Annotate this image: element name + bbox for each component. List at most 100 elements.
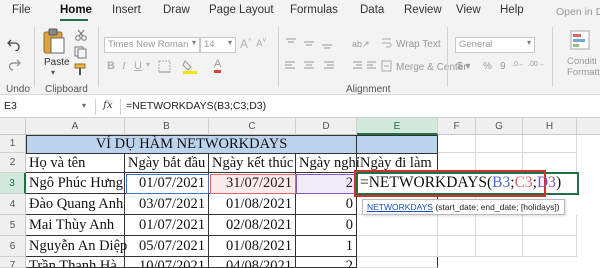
- column-header-b[interactable]: B: [125, 118, 209, 135]
- cell-e1[interactable]: [357, 135, 438, 154]
- decrease-font-icon[interactable]: Av: [256, 37, 266, 49]
- decrease-decimal-icon[interactable]: .00→: [528, 61, 545, 68]
- cell-a7[interactable]: Trần Thanh Hà: [26, 257, 125, 268]
- header-start-date[interactable]: Ngày bắt đầu: [125, 153, 209, 173]
- copy-icon[interactable]: [74, 46, 88, 59]
- vertical-align-icons[interactable]: [284, 37, 344, 49]
- cell-a6[interactable]: Nguyễn An Diệp: [26, 236, 127, 257]
- font-color-icon[interactable]: A: [214, 59, 222, 73]
- column-header-g[interactable]: G: [476, 118, 523, 135]
- row-header-6[interactable]: 6: [0, 236, 26, 257]
- tab-help[interactable]: Help: [500, 4, 524, 16]
- cell-b6[interactable]: 05/07/2021: [125, 236, 209, 257]
- paste-icon[interactable]: [42, 27, 66, 55]
- ribbon-divider: [447, 27, 448, 87]
- header-days-off[interactable]: Ngày nghỉ: [296, 153, 360, 173]
- redo-icon[interactable]: [7, 59, 21, 71]
- function-help-link[interactable]: NETWORKDAYS: [367, 202, 433, 212]
- bold-icon[interactable]: B: [107, 60, 115, 72]
- select-all-corner[interactable]: [0, 118, 26, 135]
- wrap-text-button[interactable]: Wrap Text: [396, 39, 441, 50]
- increase-decimal-icon[interactable]: .0←: [512, 61, 525, 68]
- tab-review[interactable]: Review: [404, 4, 442, 16]
- merge-center-button[interactable]: Merge & Center: [396, 62, 467, 73]
- underline-icon[interactable]: U: [134, 60, 142, 72]
- column-header-a[interactable]: A: [26, 118, 125, 135]
- column-header-h[interactable]: H: [523, 118, 577, 135]
- cell-b5[interactable]: 01/07/2021: [125, 215, 209, 236]
- cell-c5[interactable]: 02/08/2021: [209, 215, 296, 236]
- row-header-7[interactable]: 7: [0, 257, 26, 268]
- column-header-d[interactable]: D: [296, 118, 357, 135]
- header-end-date[interactable]: Ngày kết thúc: [209, 153, 296, 173]
- column-header-c[interactable]: C: [209, 118, 296, 135]
- cell-e5[interactable]: [357, 215, 438, 236]
- cell-b4[interactable]: 03/07/2021: [125, 194, 209, 215]
- cut-icon[interactable]: [74, 29, 88, 41]
- tab-draw[interactable]: Draw: [163, 4, 190, 16]
- indent-icons[interactable]: [352, 60, 378, 72]
- horizontal-align-icons[interactable]: [284, 60, 344, 72]
- cell-f6[interactable]: [438, 236, 476, 257]
- tab-data[interactable]: Data: [360, 4, 384, 16]
- tab-home[interactable]: Home: [60, 4, 92, 16]
- fill-color-icon[interactable]: [182, 59, 198, 74]
- cell-a3[interactable]: Ngô Phúc Hưng: [26, 173, 125, 194]
- italic-icon[interactable]: I: [122, 60, 126, 72]
- number-format-dropdown[interactable]: General ▾: [455, 37, 535, 53]
- tab-view[interactable]: View: [456, 4, 481, 16]
- cell-h6[interactable]: [523, 236, 577, 257]
- column-header-e[interactable]: E: [357, 118, 438, 135]
- cell-e7[interactable]: [357, 257, 438, 268]
- cell-d7[interactable]: 2: [296, 257, 357, 268]
- header-name[interactable]: Họ và tên: [26, 153, 125, 173]
- cell-h1[interactable]: [523, 135, 577, 153]
- formula-input[interactable]: =NETWORKDAYS(B3;C3;D3): [126, 100, 266, 112]
- sheet-title[interactable]: VÍ DỤ HÀM NETWORKDAYS: [26, 135, 357, 154]
- tab-formulas[interactable]: Formulas: [290, 4, 338, 16]
- tab-insert[interactable]: Insert: [112, 4, 141, 16]
- row-header-3[interactable]: 3: [0, 173, 26, 194]
- underline-dropdown-icon[interactable]: ▾: [146, 60, 150, 69]
- cell-d5[interactable]: 0: [296, 215, 357, 236]
- font-size-dropdown[interactable]: 14 ▾: [200, 37, 236, 53]
- cell-d6[interactable]: 1: [296, 236, 357, 257]
- tab-file[interactable]: File: [12, 4, 31, 16]
- tab-page-layout[interactable]: Page Layout: [209, 4, 274, 16]
- cell-g5[interactable]: [476, 215, 523, 236]
- comma-style-icon[interactable]: 9: [500, 61, 506, 72]
- cell-g1[interactable]: [476, 135, 523, 153]
- row-header-2[interactable]: 2: [0, 153, 26, 173]
- cell-c6[interactable]: 01/08/2021: [209, 236, 296, 257]
- row-header-1[interactable]: 1: [0, 135, 26, 153]
- cell-d4[interactable]: 0: [296, 194, 357, 215]
- percent-icon[interactable]: %: [483, 61, 492, 72]
- cell-g6[interactable]: [476, 236, 523, 257]
- cell-c4[interactable]: 01/08/2021: [209, 194, 296, 215]
- row-header-4[interactable]: 4: [0, 194, 26, 215]
- paste-dropdown-icon[interactable]: ▾: [51, 68, 55, 77]
- orientation-icon[interactable]: ab↗: [352, 39, 370, 50]
- undo-icon[interactable]: [7, 37, 21, 51]
- cell-c7[interactable]: 04/08/2021: [209, 257, 296, 268]
- name-box-dropdown-icon[interactable]: ▾: [82, 101, 86, 110]
- row-header-5[interactable]: 5: [0, 215, 26, 236]
- open-in-desktop-button[interactable]: Open in D: [556, 6, 600, 18]
- cell-f5[interactable]: [438, 215, 476, 236]
- format-painter-icon[interactable]: [74, 63, 88, 76]
- cell-e6[interactable]: [357, 236, 438, 257]
- currency-icon[interactable]: $ ▾: [457, 61, 470, 72]
- cell-e3-formula[interactable]: =NETWORKDAYS(B3;C3;D3): [360, 174, 561, 192]
- cell-a5[interactable]: Mai Thùy Anh: [26, 215, 125, 236]
- borders-icon[interactable]: [158, 60, 172, 73]
- font-name-dropdown[interactable]: Times New Roman ▾: [104, 37, 200, 53]
- column-header-f[interactable]: F: [438, 118, 476, 135]
- cell-h5[interactable]: [523, 215, 577, 236]
- insert-function-icon[interactable]: fx: [103, 99, 113, 111]
- cell-f1[interactable]: [438, 135, 476, 153]
- cell-b7[interactable]: 10/07/2021: [125, 257, 209, 268]
- conditional-formatting-icon[interactable]: [570, 30, 592, 52]
- paste-button[interactable]: Paste: [44, 57, 70, 68]
- increase-font-icon[interactable]: A^: [240, 37, 251, 51]
- cell-a4[interactable]: Đào Quang Anh: [26, 194, 125, 215]
